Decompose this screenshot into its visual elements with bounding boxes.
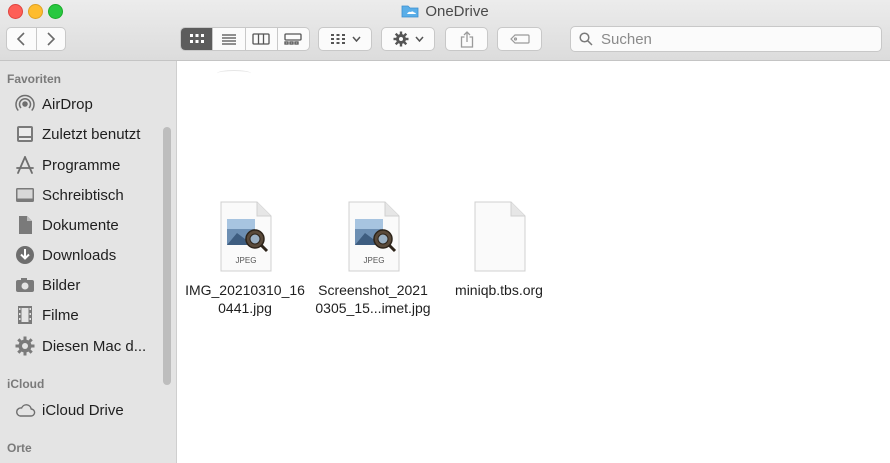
sidebar-item-label: Diesen Mac d... [42,337,147,355]
chevron-right-icon [47,32,55,46]
sidebar-item-movies[interactable]: Filme [14,301,162,329]
file-item[interactable]: JPEG Screenshot_2021 0305_15...imet.jpg [313,201,433,317]
view-mode-selector [180,27,310,51]
columns-icon [252,33,270,45]
jpeg-preview-icon: JPEG [220,201,272,272]
chevron-left-icon [17,32,25,46]
sidebar-scrollbar[interactable] [163,127,171,385]
camera-icon [14,274,36,296]
file-name-line: 0441.jpg [218,300,272,316]
file-name-line: miniqb.tbs.org [455,282,543,298]
gear-icon [14,335,36,357]
sidebar-item-recents[interactable]: Zuletzt benutzt [14,120,162,148]
sidebar-item-label: Downloads [42,246,117,264]
sidebar-item-pictures[interactable]: Bilder [14,271,162,299]
sidebar-item-downloads[interactable]: Downloads [14,241,162,269]
sidebar-item-label: Filme [42,306,79,324]
file-item[interactable]: JPEG IMG_20210310_16 0441.jpg [185,201,305,317]
sidebar-item-label: Bilder [42,276,81,294]
sidebar-item-label: iCloud Drive [42,401,124,419]
sidebar-item-label: AirDrop [42,95,93,113]
film-icon [14,304,36,326]
sidebar-section-icloud: iCloud [7,377,45,391]
desktop-icon [14,184,36,206]
search-icon [579,32,593,46]
folder-icon [401,5,419,18]
search-input[interactable] [599,29,863,49]
file-browser-area: JPEG IMG_20210310_16 0441.jpg JPEG Scree… [177,61,890,463]
action-menu-button[interactable] [381,27,435,51]
grid-icon [189,34,204,43]
sidebar: Favoriten AirDrop Zuletzt benutzt Progra… [0,61,177,463]
chevron-down-icon [414,36,424,42]
file-name-line: IMG_20210310_16 [185,282,305,298]
back-button[interactable] [7,28,36,50]
sidebar-item-applications[interactable]: Programme [14,151,162,179]
partially-visible-item [217,70,251,77]
column-view-button[interactable] [244,28,277,50]
cloud-icon [14,399,36,421]
sidebar-section-locations: Orte [7,441,32,455]
sidebar-section-favorites: Favoriten [7,72,62,86]
sidebar-item-icloud-drive[interactable]: iCloud Drive [14,396,162,424]
file-name: Screenshot_2021 0305_15...imet.jpg [313,281,433,317]
grid-icon [330,34,345,44]
search-field[interactable] [570,26,882,52]
tags-button[interactable] [497,27,542,51]
file-name-line: Screenshot_2021 [318,282,428,298]
window-title: OneDrive [425,2,489,20]
list-view-button[interactable] [212,28,244,50]
document-icon [14,214,36,236]
sidebar-item-label: Zuletzt benutzt [42,125,141,143]
gallery-view-button[interactable] [276,28,309,50]
jpeg-badge: JPEG [364,256,385,265]
sidebar-item-desktop[interactable]: Schreibtisch [14,181,162,209]
applications-icon [14,154,36,176]
sidebar-item-label: Dokumente [42,216,119,234]
forward-button[interactable] [35,28,66,50]
navigation-buttons [6,27,66,51]
share-button[interactable] [445,27,488,51]
airdrop-icon [14,93,36,115]
file-name: miniqb.tbs.org [439,281,559,299]
gear-icon [393,31,408,47]
sidebar-item-label: Programme [42,156,121,174]
sidebar-item-airdrop[interactable]: AirDrop [14,90,162,118]
file-item[interactable]: miniqb.tbs.org [439,201,559,299]
icon-view-button[interactable] [181,28,213,50]
share-icon [460,30,473,48]
tag-icon [509,34,530,44]
downloads-icon [14,244,36,266]
gallery-icon [284,33,303,45]
chevron-down-icon [351,36,361,42]
file-name-line: 0305_15...imet.jpg [315,300,431,316]
list-icon [221,34,236,45]
file-name: IMG_20210310_16 0441.jpg [185,281,305,317]
window-title-bar: OneDrive [0,0,890,22]
jpeg-badge: JPEG [236,256,257,265]
group-by-button[interactable] [318,27,372,51]
window-toolbar: OneDrive [0,0,890,61]
jpeg-preview-icon: JPEG [348,201,400,272]
blank-document-icon [474,201,526,272]
sidebar-item-documents[interactable]: Dokumente [14,211,162,239]
sidebar-item-label: Schreibtisch [42,186,124,204]
recents-icon [14,123,36,145]
sidebar-item-this-mac[interactable]: Diesen Mac d... [14,332,162,360]
